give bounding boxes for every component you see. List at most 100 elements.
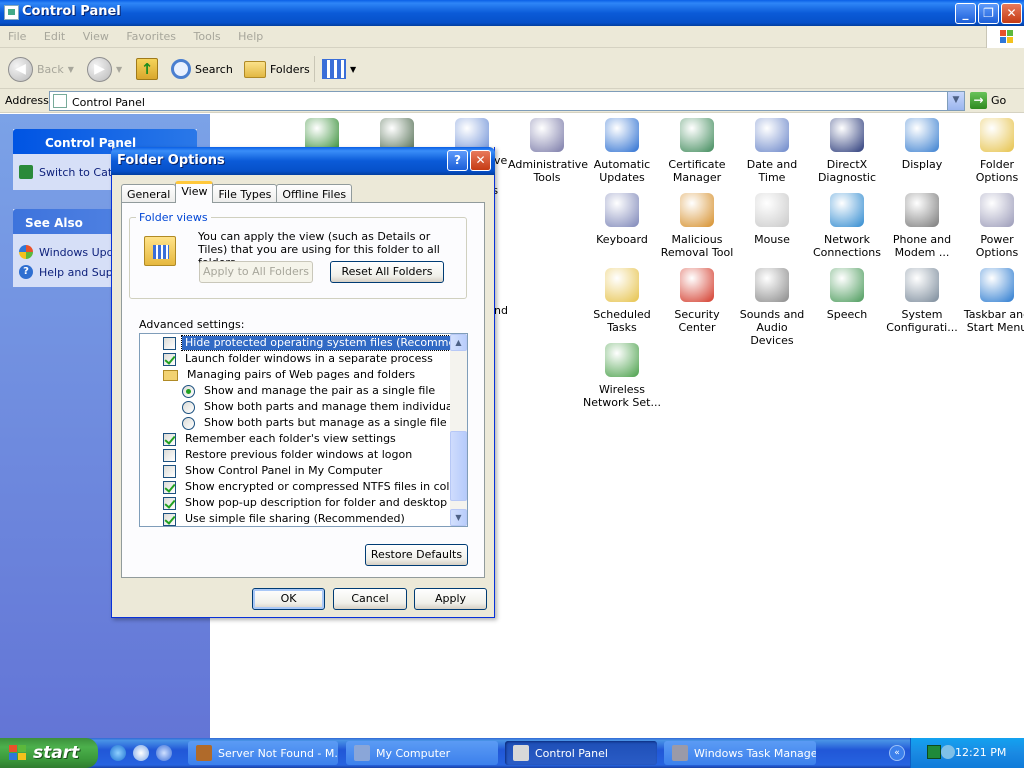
tab-view[interactable]: View <box>175 181 214 203</box>
checkbox[interactable] <box>163 352 176 366</box>
setting-item[interactable]: Show both parts but manage as a single f… <box>182 415 450 431</box>
cp-item[interactable]: Folder Options <box>958 118 1024 184</box>
apply-button[interactable]: Apply <box>414 588 487 610</box>
dialog-titlebar[interactable]: Folder Options ? ✕ <box>111 147 495 175</box>
checkbox[interactable] <box>163 432 176 446</box>
checkbox[interactable] <box>163 512 176 526</box>
scroll-up-icon[interactable]: ▲ <box>450 334 467 351</box>
cp-item[interactable]: Phone and Modem ... <box>883 193 961 259</box>
setting-label: Show both parts but manage as a single f… <box>204 416 447 429</box>
cp-item[interactable]: Administrative Tools <box>508 118 588 184</box>
cp-item[interactable]: Malicious Removal Tool <box>658 193 736 259</box>
dialog-help-button[interactable]: ? <box>447 150 468 171</box>
checkbox[interactable] <box>163 480 176 494</box>
cp-item[interactable]: Wireless Network Set... <box>583 343 661 409</box>
clock: 12:21 PM <box>955 746 1007 759</box>
minimize-button[interactable]: _ <box>955 3 976 24</box>
start-button[interactable]: start <box>0 738 98 768</box>
maximize-button[interactable]: ❐ <box>978 3 999 24</box>
switch-view-icon <box>19 165 33 179</box>
taskbar-button[interactable]: Server Not Found - M... <box>188 741 338 765</box>
media-player-icon[interactable] <box>156 745 172 761</box>
folder-options-icon <box>980 118 1014 152</box>
cp-item-label: Keyboard <box>596 233 648 246</box>
checkbox[interactable] <box>163 496 176 510</box>
cp-item[interactable]: Network Connections <box>808 193 886 259</box>
setting-item[interactable]: Remember each folder's view settings <box>163 431 399 447</box>
cp-item[interactable]: Taskbar and Start Menu <box>958 268 1024 334</box>
advanced-settings-scrollbar[interactable]: ▲ ▼ <box>450 334 467 526</box>
views-button[interactable]: ▼ <box>322 54 356 84</box>
dialog-close-button[interactable]: ✕ <box>470 150 491 171</box>
cp-item[interactable]: Date and Time <box>733 118 811 184</box>
setting-label: Managing pairs of Web pages and folders <box>187 368 416 381</box>
cp-item[interactable]: Certificate Manager <box>658 118 736 184</box>
forward-button[interactable]: ▶ ▼ <box>87 54 122 84</box>
help-icon: ? <box>19 265 33 279</box>
taskbar-button[interactable]: Control Panel <box>505 741 657 765</box>
folder-icon <box>163 369 178 381</box>
tab-offline-files[interactable]: Offline Files <box>276 184 353 203</box>
radio-button[interactable] <box>182 400 195 414</box>
cp-item[interactable]: Display <box>883 118 961 171</box>
cp-item-label: Display <box>901 158 943 171</box>
address-field[interactable]: Control Panel ▼ <box>49 91 965 111</box>
ok-button[interactable]: OK <box>252 588 325 610</box>
go-button[interactable]: → Go <box>970 92 1006 109</box>
setting-item[interactable]: Show and manage the pair as a single fil… <box>182 383 438 399</box>
setting-item[interactable]: Show both parts and manage them individu… <box>182 399 467 415</box>
cp-item[interactable]: Sounds and Audio Devices <box>733 268 811 347</box>
folders-button[interactable]: Folders <box>244 54 310 84</box>
setting-item[interactable]: Show encrypted or compressed NTFS files … <box>163 479 464 495</box>
back-button[interactable]: ◀ Back ▼ <box>8 54 74 84</box>
cancel-button[interactable]: Cancel <box>333 588 407 610</box>
setting-item[interactable]: Hide protected operating system files (R… <box>163 335 467 351</box>
cp-item[interactable]: Power Options <box>958 193 1024 259</box>
cp-item[interactable]: Scheduled Tasks <box>583 268 661 334</box>
menu-view[interactable]: View <box>75 26 115 43</box>
cp-item[interactable]: Automatic Updates <box>583 118 661 184</box>
menu-edit[interactable]: Edit <box>36 26 71 43</box>
advanced-settings-list[interactable]: Hide protected operating system files (R… <box>139 333 468 527</box>
reset-all-folders-button[interactable]: Reset All Folders <box>330 261 444 283</box>
close-button[interactable]: ✕ <box>1001 3 1022 24</box>
menu-tools[interactable]: Tools <box>186 26 227 43</box>
radio-button[interactable] <box>182 384 195 398</box>
apply-to-all-folders-button[interactable]: Apply to All Folders <box>199 261 313 283</box>
outlook-express-icon[interactable] <box>133 745 149 761</box>
tab-file-types[interactable]: File Types <box>212 184 278 203</box>
setting-item[interactable]: Show Control Panel in My Computer <box>163 463 385 479</box>
checkbox[interactable] <box>163 448 176 462</box>
cp-item[interactable]: Security Center <box>658 268 736 334</box>
tab-general[interactable]: General <box>121 184 177 203</box>
menu-help[interactable]: Help <box>230 26 269 43</box>
address-dropdown-icon[interactable]: ▼ <box>947 92 964 110</box>
taskbar-button[interactable]: Windows Task Manager <box>664 741 816 765</box>
cp-item[interactable]: Mouse <box>733 193 811 246</box>
menu-file[interactable]: File <box>0 26 32 43</box>
setting-item[interactable]: Launch folder windows in a separate proc… <box>163 351 436 367</box>
checkbox[interactable] <box>163 464 176 478</box>
setting-item[interactable]: Use simple file sharing (Recommended) <box>163 511 408 526</box>
cp-item[interactable]: System Configurati... <box>883 268 961 334</box>
checkbox[interactable] <box>163 336 176 350</box>
cp-item[interactable]: DirectX Diagnostic <box>808 118 886 184</box>
cp-item[interactable]: Keyboard <box>583 193 661 246</box>
show-hidden-icons-icon[interactable]: « <box>889 745 905 761</box>
internet-explorer-icon[interactable] <box>110 745 126 761</box>
taskbar-button[interactable]: My Computer <box>346 741 498 765</box>
scroll-down-icon[interactable]: ▼ <box>450 509 467 526</box>
network-tray-icon[interactable] <box>941 745 955 759</box>
setting-item[interactable]: Show pop-up description for folder and d… <box>163 495 467 511</box>
restore-defaults-button[interactable]: Restore Defaults <box>365 544 468 566</box>
up-folder-button[interactable]: ↑ <box>136 54 158 84</box>
cp-item[interactable]: Speech <box>808 268 886 321</box>
taskbar: start Server Not Found - M... My Computer… <box>0 738 1024 768</box>
menu-favorites[interactable]: Favorites <box>118 26 182 43</box>
task-manager-tray-icon[interactable] <box>927 745 941 759</box>
radio-button[interactable] <box>182 416 195 430</box>
search-button[interactable]: Search <box>171 54 233 84</box>
scroll-thumb[interactable] <box>450 431 467 501</box>
setting-item[interactable]: Restore previous folder windows at logon <box>163 447 415 463</box>
window-titlebar[interactable]: Control Panel _ ❐ ✕ <box>0 0 1024 26</box>
